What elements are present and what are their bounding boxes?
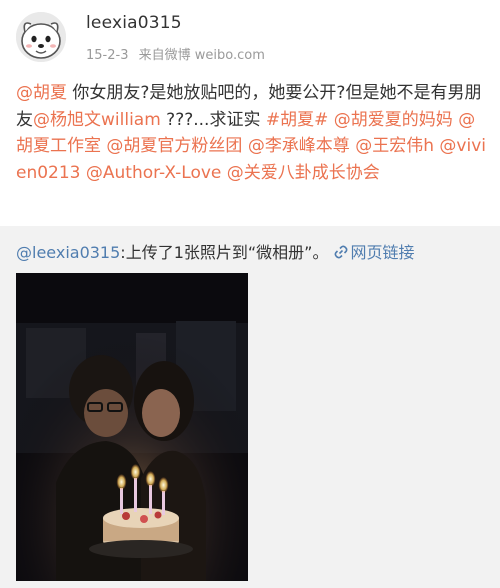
repost-line: @leexia0315:上传了1张照片到“微相册”。 网页链接 (16, 239, 414, 263)
username[interactable]: leexia0315 (86, 13, 182, 33)
mention-link[interactable]: @杨旭文william (33, 110, 161, 130)
mention-link[interactable]: @李承峰本尊 (248, 136, 350, 156)
post-meta: 15-2-3 来自微博 weibo.com (86, 44, 271, 63)
mention-link[interactable]: @胡夏官方粉丝团 (106, 136, 242, 156)
post-source: 来自微博 weibo.com (138, 48, 265, 63)
web-link[interactable]: 网页链接 (334, 243, 414, 262)
mention-link[interactable]: @胡夏 (16, 83, 67, 103)
mention-link[interactable]: @胡爱夏的妈妈 (334, 110, 453, 130)
post-text-segment: ???...求证实 (160, 109, 266, 130)
mention-link[interactable]: @Author-X-Love (86, 163, 221, 183)
photo-image (16, 273, 248, 581)
link-icon (335, 245, 348, 259)
avatar[interactable] (16, 12, 66, 62)
repost-user-link[interactable]: @leexia0315 (16, 243, 120, 262)
white-dog-face-avatar-icon (16, 12, 66, 62)
mention-link[interactable]: @关爱八卦成长协会 (227, 163, 380, 183)
repost-card[interactable]: @leexia0315:上传了1张照片到“微相册”。 网页链接 (0, 226, 500, 588)
couple-with-birthday-cake-photo[interactable] (16, 273, 248, 581)
post-body: @胡夏 你女朋友?是她放贴吧的，她要公开?但是她不是有男朋友@杨旭文willia… (16, 80, 488, 186)
post-date: 15-2-3 (86, 48, 129, 63)
mention-link[interactable]: @王宏伟h (355, 136, 434, 156)
post-header: leexia0315 15-2-3 来自微博 weibo.com (0, 0, 500, 66)
web-link-label: 网页链接 (350, 243, 415, 262)
topic-link[interactable]: #胡夏# (266, 110, 329, 130)
repost-text: :上传了1张照片到“微相册”。 (120, 243, 329, 262)
